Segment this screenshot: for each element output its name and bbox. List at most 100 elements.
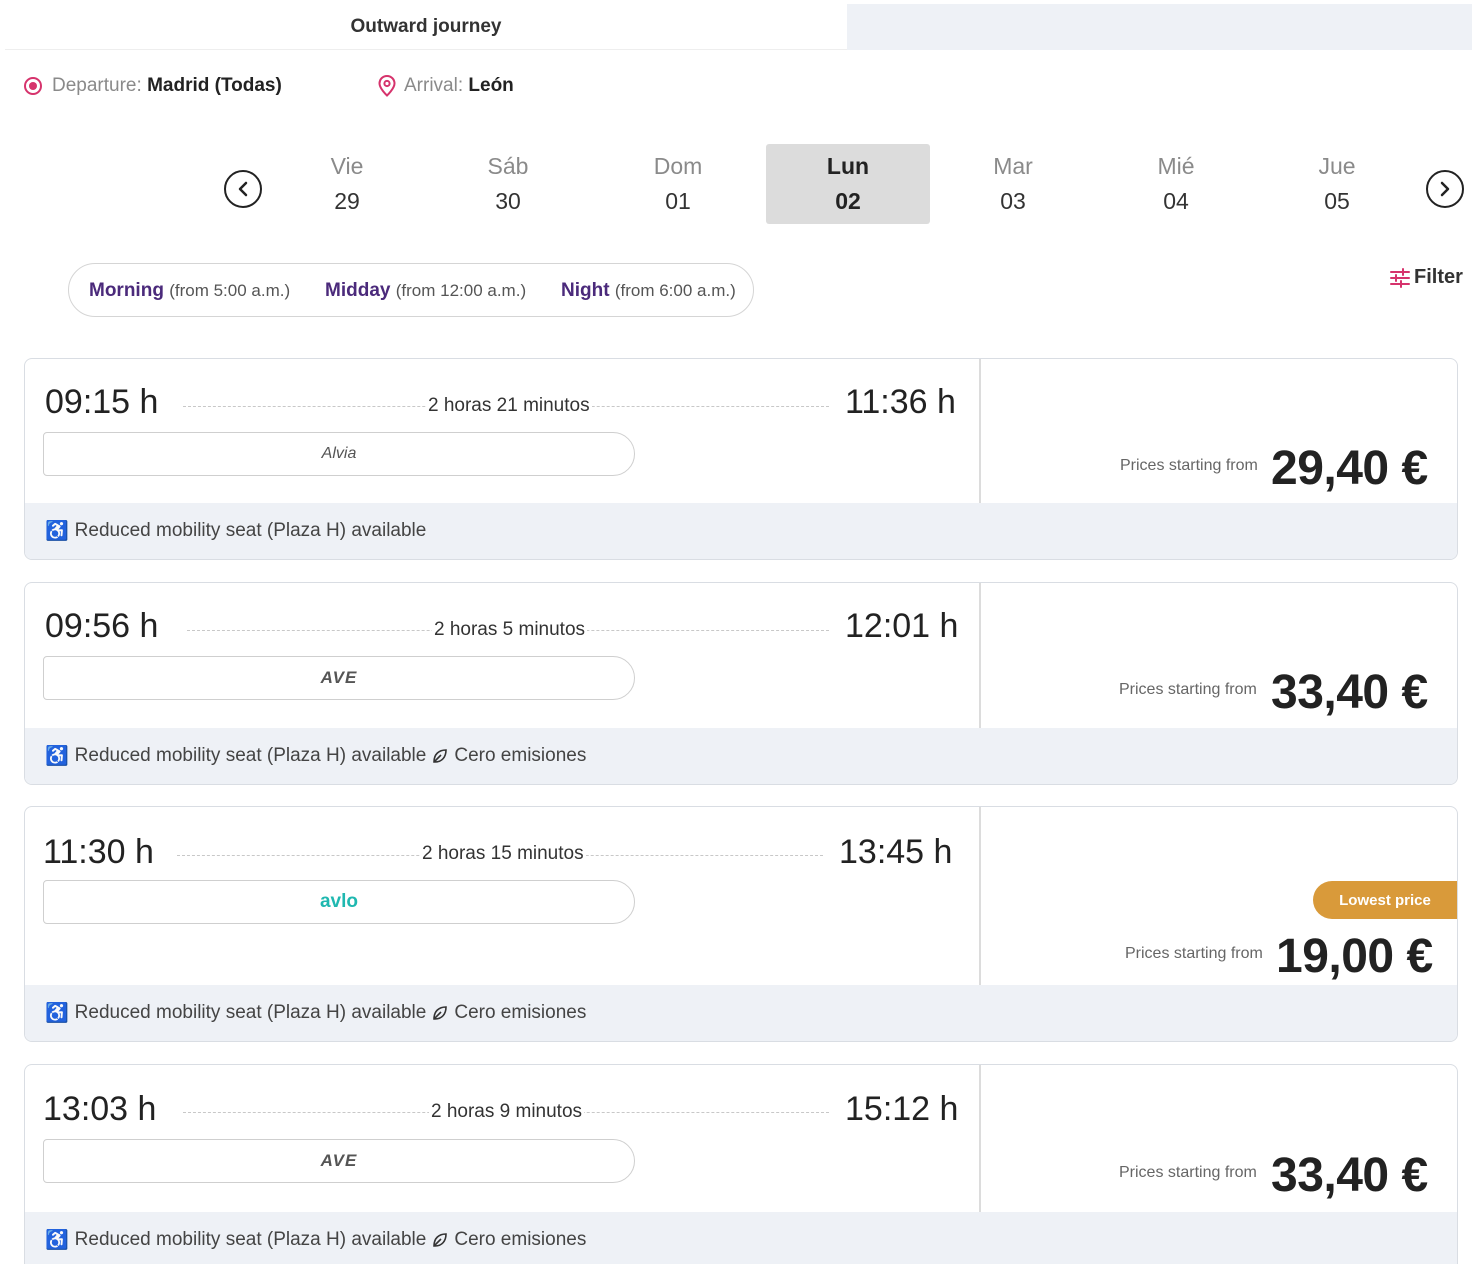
trip-card[interactable]: 13:03 h 2 horas 9 minutos 15:12 h AVE Pr…	[24, 1064, 1458, 1264]
date-day-name: Sáb	[487, 153, 529, 179]
price-value[interactable]: 19,00 €	[1276, 929, 1433, 984]
departure-label: Departure:	[52, 75, 142, 96]
trip-duration: 2 horas 9 minutos	[429, 1101, 585, 1123]
date-option-sab[interactable]: Sáb 30	[433, 144, 583, 224]
date-day-number: 04	[1163, 188, 1189, 214]
leaf-icon	[433, 749, 448, 763]
next-dates-button[interactable]	[1426, 170, 1464, 208]
date-option-jue[interactable]: Jue 05	[1262, 144, 1412, 224]
trip-duration: 2 horas 21 minutos	[426, 395, 592, 417]
lowest-price-text: Lowest price	[1339, 891, 1431, 909]
price-value[interactable]: 29,40 €	[1271, 441, 1428, 496]
card-divider	[979, 807, 981, 987]
train-brand-logo: Alvia	[321, 445, 357, 462]
train-type-pill: Alvia	[43, 432, 635, 476]
filter-button[interactable]: Filter	[1390, 266, 1463, 289]
trip-duration: 2 horas 5 minutos	[432, 619, 588, 641]
filter-morning-range: (from 5:00 a.m.)	[169, 281, 291, 300]
arrival-time: 13:45 h	[839, 833, 953, 871]
date-day-name: Jue	[1318, 153, 1356, 179]
date-day-number: 05	[1324, 188, 1350, 214]
train-brand-logo: AVE	[320, 668, 358, 687]
previous-dates-button[interactable]	[224, 170, 262, 208]
departure-time: 09:15 h	[45, 383, 159, 421]
filter-midday[interactable]: Midday (from 12:00 a.m.)	[325, 280, 526, 302]
date-day-name: Mié	[1157, 153, 1195, 179]
price-label: Prices starting from	[1120, 457, 1258, 474]
wheelchair-icon: ♿	[45, 521, 69, 542]
train-type-pill: avlo	[43, 880, 635, 924]
arrival-time: 15:12 h	[845, 1090, 959, 1128]
date-day-name: Mar	[993, 153, 1033, 179]
zero-emissions-text: Cero emisiones	[454, 745, 587, 766]
card-footer: ♿ Reduced mobility seat (Plaza H) availa…	[25, 503, 1457, 559]
card-divider	[979, 583, 981, 730]
reduced-mobility-text: Reduced mobility seat (Plaza H) availabl…	[74, 1229, 427, 1250]
date-option-vie[interactable]: Vie 29	[272, 144, 422, 224]
tab-return-journey[interactable]	[847, 4, 1472, 50]
date-option-dom[interactable]: Dom 01	[603, 144, 753, 224]
date-day-name: Lun	[826, 153, 870, 179]
train-brand-logo: AVE	[320, 1151, 358, 1170]
wheelchair-icon: ♿	[45, 1230, 69, 1251]
sliders-icon	[1390, 267, 1410, 288]
reduced-mobility-text: Reduced mobility seat (Plaza H) availabl…	[74, 1002, 427, 1023]
date-option-lun-selected[interactable]: Lun 02	[766, 144, 930, 224]
arrival-time: 11:36 h	[845, 383, 956, 421]
departure-time: 09:56 h	[45, 607, 159, 645]
date-day-name: Vie	[330, 153, 364, 179]
departure-value: Madrid (Todas)	[147, 75, 282, 96]
arrival-time: 12:01 h	[845, 607, 959, 645]
filter-night[interactable]: Night (from 6:00 a.m.)	[561, 280, 736, 302]
trip-card[interactable]: 09:15 h 2 horas 21 minutos 11:36 h Alvia…	[24, 358, 1458, 560]
date-option-mie[interactable]: Mié 04	[1101, 144, 1251, 224]
location-pin-icon	[378, 75, 396, 97]
wheelchair-icon: ♿	[45, 1003, 69, 1024]
card-divider	[979, 1065, 981, 1213]
reduced-mobility-text: Reduced mobility seat (Plaza H) availabl…	[74, 745, 427, 766]
leaf-icon	[433, 1233, 448, 1247]
zero-emissions-text: Cero emisiones	[454, 1229, 587, 1250]
card-footer: ♿ Reduced mobility seat (Plaza H) availa…	[25, 985, 1457, 1041]
journey-tabs: Outward journey	[0, 0, 1472, 52]
trip-card[interactable]: 11:30 h 2 horas 15 minutos 13:45 h avlo …	[24, 806, 1458, 1042]
filter-night-range: (from 6:00 a.m.)	[614, 281, 736, 300]
filter-morning[interactable]: Morning (from 5:00 a.m.)	[89, 280, 290, 302]
trip-card[interactable]: 09:56 h 2 horas 5 minutos 12:01 h AVE Pr…	[24, 582, 1458, 785]
date-day-number: 30	[495, 188, 521, 214]
filter-night-label: Night	[561, 280, 610, 301]
reduced-mobility-text: Reduced mobility seat (Plaza H) availabl…	[74, 520, 427, 541]
card-footer: ♿ Reduced mobility seat (Plaza H) availa…	[25, 1212, 1457, 1264]
arrival-value: León	[468, 75, 514, 96]
trip-duration: 2 horas 15 minutos	[420, 843, 586, 865]
chevron-left-icon	[238, 181, 248, 197]
price-value[interactable]: 33,40 €	[1271, 665, 1428, 720]
date-day-name: Dom	[653, 153, 703, 179]
wheelchair-icon: ♿	[45, 746, 69, 767]
time-of-day-filter: Morning (from 5:00 a.m.) Midday (from 12…	[68, 263, 754, 317]
arrival-label: Arrival:	[404, 75, 464, 96]
price-value[interactable]: 33,40 €	[1271, 1148, 1428, 1203]
filter-label: Filter	[1414, 266, 1463, 288]
date-day-number: 02	[835, 188, 861, 214]
price-label: Prices starting from	[1125, 945, 1263, 962]
date-day-number: 03	[1000, 188, 1026, 214]
filter-midday-label: Midday	[325, 280, 391, 301]
departure-marker-icon	[24, 77, 42, 95]
price-label: Prices starting from	[1119, 1164, 1257, 1181]
date-day-number: 01	[665, 188, 691, 214]
price-label: Prices starting from	[1119, 681, 1257, 698]
zero-emissions-text: Cero emisiones	[454, 1002, 587, 1023]
departure-info: Departure: Madrid (Todas)	[24, 72, 282, 100]
departure-time: 13:03 h	[43, 1090, 157, 1128]
tab-outward-journey[interactable]: Outward journey	[5, 4, 847, 50]
chevron-right-icon	[1440, 181, 1450, 197]
leaf-icon	[433, 1006, 448, 1020]
filter-midday-range: (from 12:00 a.m.)	[395, 281, 527, 300]
train-type-pill: AVE	[43, 656, 635, 700]
departure-time: 11:30 h	[43, 833, 154, 871]
date-option-mar[interactable]: Mar 03	[938, 144, 1088, 224]
card-footer: ♿ Reduced mobility seat (Plaza H) availa…	[25, 728, 1457, 784]
card-divider	[979, 359, 981, 505]
date-day-number: 29	[334, 188, 360, 214]
